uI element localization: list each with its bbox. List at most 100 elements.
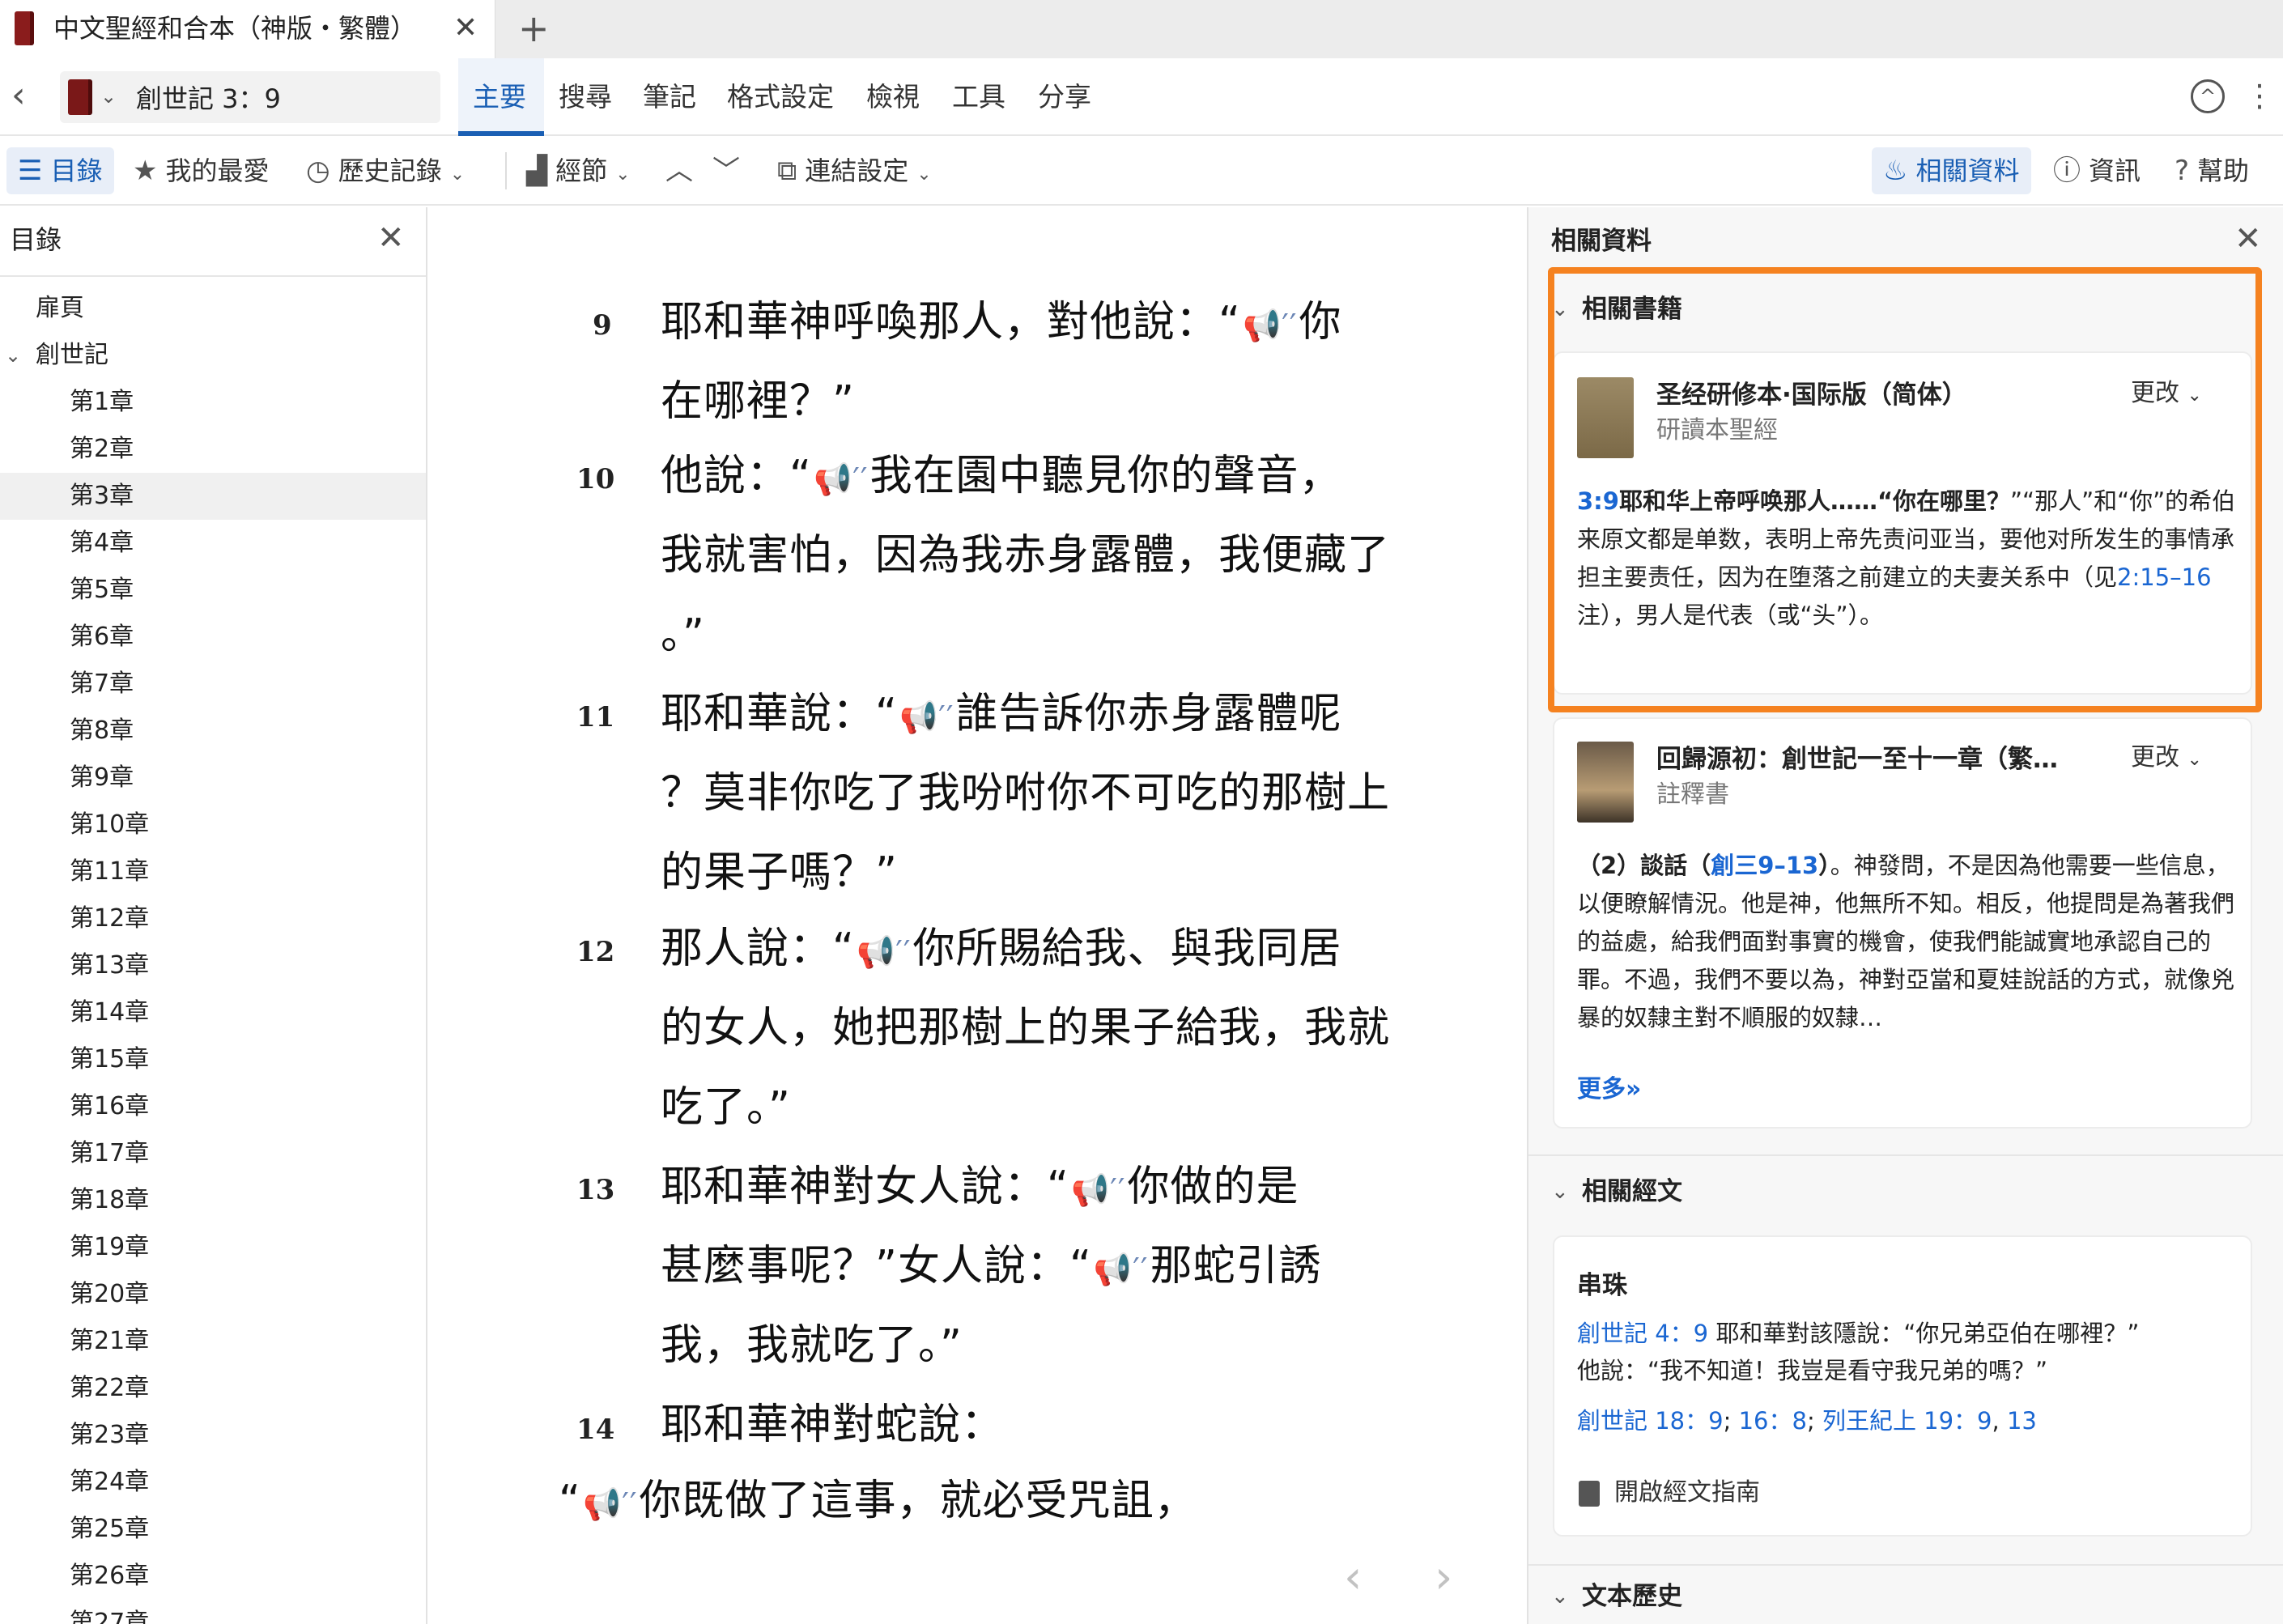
close-tab-icon[interactable]: ✕ [453, 11, 478, 45]
back-icon[interactable]: ‹ [11, 78, 26, 113]
toc-item-chapter[interactable]: 第24章 [0, 1459, 426, 1506]
book-title[interactable]: 回歸源初：創世記一至十一章（繁… [1656, 743, 2058, 776]
new-tab-icon[interactable]: + [518, 8, 550, 49]
cross-reference-link[interactable]: 創三9–13 [1711, 852, 1818, 879]
chevron-down-icon[interactable]: ⌄ [100, 83, 117, 110]
tab-share[interactable]: 分享 [1038, 74, 1091, 120]
toc-button[interactable]: ☰ 目錄 [6, 147, 114, 194]
open-passage-guide-button[interactable]: 開啟經文指南 [1579, 1472, 1760, 1507]
toc-item-chapter[interactable]: 第2章 [0, 426, 426, 473]
info-button[interactable]: ⓘ 資訊 [2053, 147, 2141, 194]
chevron-down-icon[interactable]: ⌄ [1551, 1580, 1569, 1613]
verse-number[interactable]: 14 [576, 1414, 614, 1446]
toc-item-chapter[interactable]: 第26章 [0, 1553, 426, 1600]
toc-item-chapter[interactable]: 第3章 [0, 473, 426, 520]
book-title[interactable]: 圣经研修本·国际版（简体） [1656, 379, 1967, 411]
previous-page-icon[interactable]: ‹ [1344, 1551, 1362, 1604]
cross-reference-card: 串珠 創世記 4：9 耶和華對該隱說：“你兄弟亞伯在哪裡？” 他說：“我不知道！… [1553, 1235, 2252, 1537]
toc-item-chapter[interactable]: 第6章 [0, 614, 426, 661]
toc-item-chapter[interactable]: 第21章 [0, 1318, 426, 1365]
toc-item-chapter[interactable]: 第15章 [0, 1036, 426, 1083]
related-button[interactable]: ♨ 相關資料 [1872, 147, 2031, 194]
next-verse-button[interactable]: ﹀ [712, 147, 748, 194]
verse-number[interactable]: 9 [593, 309, 612, 342]
toc-item-chapter[interactable]: 第19章 [0, 1224, 426, 1271]
toc-item-chapter[interactable]: 第8章 [0, 708, 426, 755]
toc-item-chapter[interactable]: 第16章 [0, 1083, 426, 1130]
toc-item-chapter[interactable]: 第4章 [0, 520, 426, 567]
verse-number[interactable]: 13 [576, 1174, 614, 1206]
toc-item-chapter[interactable]: 第18章 [0, 1177, 426, 1224]
related-books-heading[interactable]: 相關書籍 [1582, 293, 1682, 325]
toc-item-chapter[interactable]: 第12章 [0, 895, 426, 942]
tab-tools[interactable]: 工具 [952, 74, 1005, 120]
chevron-down-icon[interactable]: ⌄ [1551, 1175, 1569, 1208]
close-icon[interactable]: ✕ [2234, 220, 2262, 257]
reference-input[interactable]: 創世記 3：9 [136, 83, 281, 115]
tab-view[interactable]: 檢視 [866, 74, 920, 120]
toc-item-label: 第1章 [70, 388, 134, 416]
help-button[interactable]: ? 幫助 [2175, 147, 2249, 194]
tab-search[interactable]: 搜尋 [559, 74, 612, 120]
change-book-button[interactable]: 更改 ⌄ [2131, 377, 2202, 412]
more-options-icon[interactable]: ⋮ [2244, 76, 2275, 115]
change-book-button[interactable]: 更改 ⌄ [2131, 742, 2202, 776]
text-history-heading[interactable]: 文本歷史 [1582, 1580, 1682, 1613]
toc-item-chapter[interactable]: 第7章 [0, 661, 426, 708]
toc-item-chapter[interactable]: 第23章 [0, 1412, 426, 1459]
note-heading: ） [1818, 852, 1830, 879]
toc-item-label: 第3章 [70, 482, 134, 510]
link-settings-button[interactable]: ⧉ 連結設定 ⌄ [777, 147, 940, 194]
more-link[interactable]: 更多» [1577, 1069, 1641, 1104]
toc-item-chapter[interactable]: 第14章 [0, 989, 426, 1036]
note-heading: （2）談話（ [1577, 852, 1711, 879]
verse-number[interactable]: 12 [576, 936, 614, 968]
cross-reference-link[interactable]: 2:15–16 [2117, 563, 2212, 591]
tab-format[interactable]: 格式設定 [727, 74, 834, 120]
chevron-down-icon[interactable]: ⌄ [1551, 293, 1569, 325]
chevron-down-icon[interactable]: ⌄ [5, 332, 21, 379]
toc-item-chapter[interactable]: 第10章 [0, 801, 426, 848]
reference-box[interactable]: ⌄ 創世記 3：9 [60, 71, 440, 123]
tab-notes[interactable]: 筆記 [643, 74, 696, 120]
close-icon[interactable]: ✕ [377, 220, 405, 256]
toc-item-chapter[interactable]: 第11章 [0, 848, 426, 895]
related-verses-heading[interactable]: 相關經文 [1582, 1175, 1682, 1208]
document-tab[interactable]: 中文聖經和合本（神版・繁體） ✕ [0, 0, 495, 58]
toc-item-chapter[interactable]: 第22章 [0, 1365, 426, 1412]
toc-item-chapter[interactable]: 第20章 [0, 1271, 426, 1318]
verse-link[interactable]: 列王紀上 19：9 [1822, 1407, 1992, 1435]
toc-item-cover[interactable]: 扉頁 [0, 285, 426, 332]
previous-verse-button[interactable]: ︿ [665, 147, 701, 194]
tab-main[interactable]: 主要 [473, 74, 526, 120]
history-button[interactable]: ◷ 歷史記錄 ⌄ [306, 147, 473, 194]
toolbar: ☰ 目錄 ★ 我的最愛 ◷ 歷史記錄 ⌄ ▟ 經節 ⌄ ︿ ﹀ ⧉ 連結設定 ⌄ ♨ 相關資料 ⓘ… [0, 136, 2283, 206]
toc-item-label: 第22章 [70, 1374, 150, 1402]
verse-number[interactable]: 11 [576, 701, 614, 733]
toc-item-chapter[interactable]: 第9章 [0, 755, 426, 801]
toc-item-chapter[interactable]: 第5章 [0, 567, 426, 614]
verse-link[interactable]: 創世記 4：9 [1577, 1320, 1708, 1347]
toc-item-label: 第4章 [70, 529, 134, 557]
help-label: 幫助 [2197, 155, 2250, 186]
related-panel-title: 相關資料 [1551, 227, 1652, 256]
verse-number[interactable]: 10 [576, 463, 614, 495]
toc-label: 目錄 [50, 155, 103, 186]
toc-item-chapter[interactable]: 第25章 [0, 1506, 426, 1553]
verse-line: 耶和華說：“📢′′誰告訴你赤身露體呢 [661, 688, 1342, 743]
favorites-button[interactable]: ★ 我的最愛 [133, 147, 270, 194]
toc-item-chapter[interactable]: 第13章 [0, 942, 426, 989]
note-heading: 耶和华上帝呼唤那人……“你在哪里？ [1618, 487, 2011, 515]
toc-item-book[interactable]: ⌄ 創世記 [0, 332, 426, 379]
verse-link[interactable]: 3:9 [1577, 487, 1619, 515]
next-page-icon[interactable]: › [1435, 1551, 1452, 1604]
toc-item-chapter[interactable]: 第17章 [0, 1130, 426, 1177]
toc-item-label: 第19章 [70, 1233, 150, 1261]
collapse-ribbon-icon[interactable]: ^ [2191, 79, 2225, 113]
verse-link[interactable]: 創世記 18：9 [1577, 1407, 1724, 1435]
verse-link[interactable]: 16：8 [1739, 1407, 1807, 1435]
toc-item-chapter[interactable]: 第27章 [0, 1600, 426, 1624]
toc-item-chapter[interactable]: 第1章 [0, 379, 426, 426]
verse-button[interactable]: ▟ 經節 ⌄ [526, 147, 639, 194]
verse-link[interactable]: 13 [2007, 1407, 2037, 1435]
